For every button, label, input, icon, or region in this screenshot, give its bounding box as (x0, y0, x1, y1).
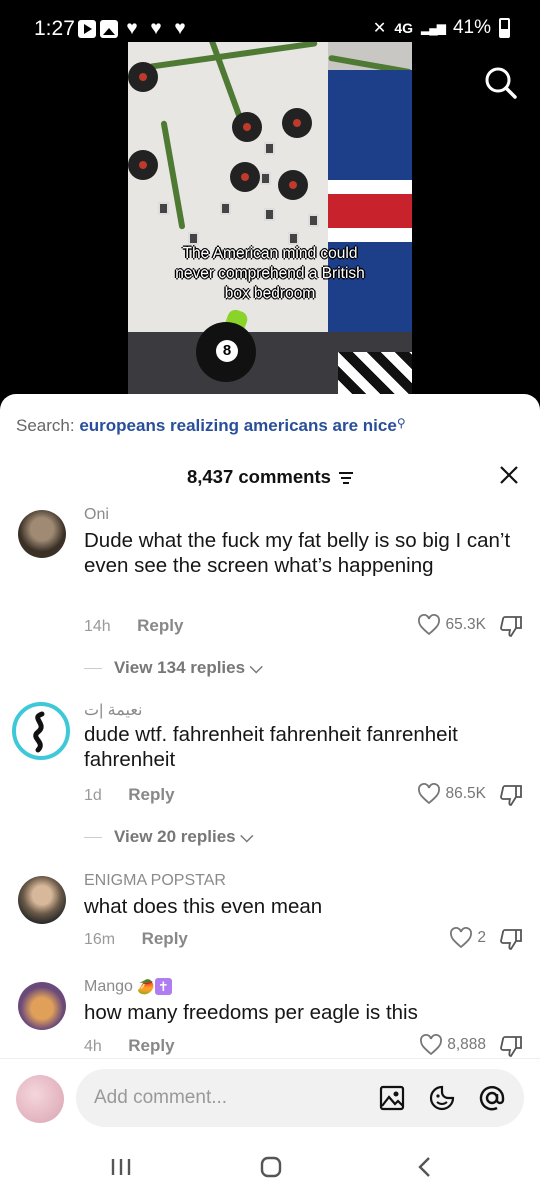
vinyl-record (278, 170, 308, 200)
reply-button[interactable]: Reply (128, 1036, 174, 1055)
avatar[interactable] (12, 702, 70, 760)
network-label: 4G (394, 20, 413, 36)
system-icons: ✕ 4G ▂▄▆ 41% (373, 17, 510, 39)
comment-text: Dude what the fuck my fat belly is so bi… (84, 529, 511, 577)
reply-button[interactable]: Reply (137, 616, 183, 635)
dislike-icon[interactable] (498, 1033, 524, 1059)
wall-photo (264, 208, 275, 221)
vinyl-record (232, 112, 262, 142)
mango-emoji-icon: 🥭 (137, 978, 155, 995)
like-button[interactable]: 86.5K (417, 783, 486, 805)
comment-username[interactable]: Oni (84, 506, 109, 524)
like-count: 2 (477, 929, 486, 946)
comment-username[interactable]: Mango 🥭 ✝ (84, 978, 172, 996)
heart-icon: ♥ (150, 18, 162, 39)
like-count: 65.3K (445, 616, 486, 633)
comment-input-bar (0, 1058, 540, 1138)
search-small-icon: ⚲ (396, 416, 406, 430)
comment-time: 14h (84, 618, 111, 635)
search-icon[interactable] (484, 66, 518, 100)
avatar[interactable] (18, 510, 66, 558)
mention-icon[interactable] (478, 1084, 506, 1112)
avatar-squiggle-icon (33, 711, 45, 753)
comment-username[interactable]: نعيمة |ت (84, 700, 143, 720)
status-time: 1:27 (34, 17, 75, 40)
search-suggestion-label: Search: (16, 416, 75, 435)
view-replies-button[interactable]: View 20 replies ⌵ (84, 827, 253, 847)
like-button[interactable]: 2 (449, 927, 486, 949)
heart-outline-icon (420, 1034, 443, 1056)
gallery-icon (100, 20, 118, 38)
chevron-down-icon: ⌵ (240, 827, 254, 846)
dislike-icon[interactable] (498, 782, 524, 808)
dislike-icon[interactable] (498, 926, 524, 952)
british-flag (328, 70, 412, 352)
emoji-icon[interactable] (428, 1084, 456, 1112)
vinyl-record (230, 162, 260, 192)
wall-photo (260, 172, 271, 185)
battery-icon (499, 18, 510, 38)
heart-icon: ♥ (174, 18, 186, 39)
wall-photo (308, 214, 319, 227)
back-icon[interactable] (410, 1152, 440, 1182)
eight-ball-plush: 8 (196, 322, 256, 382)
avatar[interactable] (18, 982, 66, 1030)
comment-count-header: 8,437 comments (0, 466, 540, 488)
comment-meta: 1d Reply (84, 785, 175, 805)
comment-field[interactable] (76, 1069, 524, 1127)
comment-text: dude wtf. fahrenheit fahrenheit fanrenhe… (84, 723, 458, 771)
heart-outline-icon (418, 783, 441, 805)
sort-filter-icon[interactable] (339, 469, 354, 487)
comment-time: 1d (84, 787, 102, 804)
home-icon[interactable] (256, 1152, 286, 1182)
comment-meta: 16m Reply (84, 929, 188, 949)
wall-photo (220, 202, 231, 215)
comment-meta: 14h Reply (84, 616, 183, 636)
like-count: 86.5K (445, 785, 486, 802)
comment-username[interactable]: ENIGMA POPSTAR (84, 872, 226, 890)
comment-time: 4h (84, 1038, 102, 1055)
video-caption: The American mind could never comprehend… (175, 245, 365, 302)
wall-photo (158, 202, 169, 215)
comment-text: what does this even mean (84, 895, 323, 918)
signal-icon: ▂▄▆ (421, 21, 446, 35)
cross-emoji-icon: ✝ (154, 978, 172, 996)
like-button[interactable]: 65.3K (417, 614, 486, 636)
like-count: 8,888 (447, 1036, 486, 1053)
view-replies-button[interactable]: View 134 replies ⌵ (84, 658, 263, 678)
heart-icon: ♥ (126, 18, 138, 39)
video-player[interactable]: 8 The American mind could never comprehe… (128, 42, 412, 394)
notification-icons: ♥ ♥ ♥ (78, 18, 190, 39)
comment-text: how many freedoms per eagle is this (84, 1001, 418, 1024)
comment-input[interactable] (94, 1083, 364, 1113)
vinyl-record (128, 62, 158, 92)
vinyl-record (128, 150, 158, 180)
comment-time: 16m (84, 931, 116, 948)
battery-label: 41% (452, 17, 491, 38)
comments-sheet: Search: europeans realizing americans ar… (0, 394, 540, 1199)
reply-button[interactable]: Reply (142, 929, 188, 948)
my-avatar[interactable] (16, 1075, 64, 1123)
search-suggestion-query[interactable]: europeans realizing americans are nice (79, 416, 396, 435)
recent-apps-icon[interactable] (106, 1152, 136, 1182)
youtube-icon (78, 20, 96, 38)
wall-photo (264, 142, 275, 155)
comment-count: 8,437 comments (186, 466, 331, 487)
like-button[interactable]: 8,888 (419, 1034, 486, 1056)
dislike-icon[interactable] (498, 613, 524, 639)
close-icon[interactable] (498, 464, 520, 486)
heart-outline-icon (418, 614, 441, 636)
heart-outline-icon (450, 927, 473, 949)
search-suggestion[interactable]: Search: europeans realizing americans ar… (16, 416, 406, 436)
avatar[interactable] (18, 876, 66, 924)
comment-meta: 4h Reply (84, 1036, 175, 1056)
image-icon[interactable] (378, 1084, 406, 1112)
mute-icon: ✕ (372, 20, 387, 37)
system-nav-bar (0, 1138, 540, 1199)
vinyl-record (282, 108, 312, 138)
checkered-blanket (338, 352, 412, 394)
reply-button[interactable]: Reply (128, 785, 174, 804)
chevron-down-icon: ⌵ (249, 658, 263, 677)
